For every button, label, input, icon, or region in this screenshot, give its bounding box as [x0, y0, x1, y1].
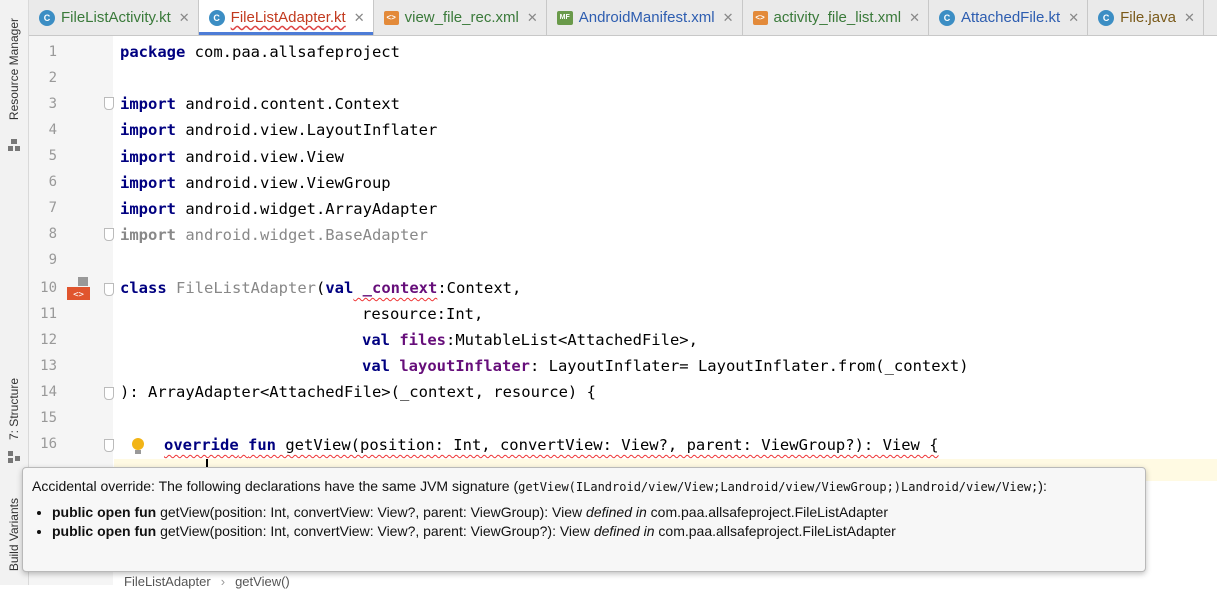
xml-layout-icon: <>	[383, 10, 399, 25]
tab-androidmanifest[interactable]: MF AndroidManifest.xml ✕	[547, 0, 743, 35]
list-item: public open fun getView(position: Int, c…	[52, 523, 1136, 539]
breadcrumb-method[interactable]: getView()	[235, 574, 290, 589]
line-number: 14	[40, 384, 57, 400]
code-line-5[interactable]: import android.view.View	[120, 148, 344, 166]
conflicting-declarations-list: public open fun getView(position: Int, c…	[32, 504, 1136, 539]
close-icon[interactable]: ✕	[909, 10, 920, 26]
tab-label: FileListActivity.kt	[61, 9, 171, 26]
related-layout-icon[interactable]: <>	[66, 276, 92, 302]
jvm-signature: getView(ILandroid/view/View;Landroid/vie…	[518, 480, 1039, 494]
close-icon[interactable]: ✕	[723, 10, 734, 26]
line-number: 16	[40, 436, 57, 452]
close-icon[interactable]: ✕	[354, 10, 365, 26]
structure-label: 7: Structure	[7, 378, 21, 441]
tab-attachedfile[interactable]: C AttachedFile.kt ✕	[929, 0, 1089, 35]
kotlin-file-icon: C	[39, 9, 55, 26]
structure-tab[interactable]: 7: Structure	[0, 376, 28, 468]
close-icon[interactable]: ✕	[179, 10, 190, 26]
line-number: 5	[48, 148, 57, 164]
resource-manager-label: Resource Manager	[7, 18, 21, 121]
line-number: 3	[48, 96, 57, 112]
line-number: 8	[48, 226, 57, 242]
java-file-icon: C	[1098, 9, 1115, 26]
editor-tab-bar: C FileListActivity.kt ✕ C FileListAdapte…	[29, 0, 1217, 36]
resource-manager-icon	[8, 139, 20, 151]
line-number: 13	[40, 358, 57, 374]
line-number: 6	[48, 174, 57, 190]
tab-label: File.java	[1120, 9, 1176, 26]
tab-label: activity_file_list.xml	[773, 9, 902, 26]
code-line-14[interactable]: ): ArrayAdapter<AttachedFile>(_context, …	[120, 383, 596, 401]
code-line-6[interactable]: import android.view.ViewGroup	[120, 174, 391, 192]
breadcrumb-separator: ›	[220, 574, 226, 589]
code-line-11[interactable]: resource:Int,	[362, 305, 483, 323]
code-line-10[interactable]: class FileListAdapter(val _context:Conte…	[120, 279, 521, 297]
line-number: 4	[48, 122, 57, 138]
tab-label: AndroidManifest.xml	[578, 9, 715, 26]
list-item: public open fun getView(position: Int, c…	[52, 504, 1136, 520]
build-variants-label: Build Variants	[7, 498, 21, 572]
fold-marker[interactable]	[104, 439, 114, 452]
code-line-3[interactable]: import android.content.Context	[120, 95, 400, 113]
tab-label: AttachedFile.kt	[960, 9, 1061, 26]
tab-file-java[interactable]: C File.java ✕	[1088, 0, 1204, 35]
tooltip-message: Accidental override: The following decla…	[32, 478, 1047, 494]
tab-view-file-rec[interactable]: <> view_file_rec.xml ✕	[374, 0, 547, 35]
line-number: 2	[48, 70, 57, 86]
error-tooltip: Accidental override: The following decla…	[22, 467, 1146, 572]
structure-icon	[8, 451, 20, 463]
code-line-12[interactable]: val files:MutableList<AttachedFile>,	[362, 331, 698, 349]
fold-marker[interactable]	[104, 283, 114, 296]
close-icon[interactable]: ✕	[1184, 10, 1195, 26]
manifest-file-icon: MF	[556, 10, 573, 25]
line-number: 12	[40, 332, 57, 348]
tab-activity-file-list[interactable]: <> activity_file_list.xml ✕	[743, 0, 929, 35]
xml-layout-icon: <>	[752, 10, 768, 25]
line-number: 9	[48, 252, 57, 268]
code-line-13[interactable]: val layoutInflater: LayoutInflater= Layo…	[362, 357, 969, 375]
code-line-1[interactable]: package com.paa.allsafeproject	[120, 43, 400, 61]
breadcrumb: FileListAdapter › getView()	[124, 574, 290, 589]
lightbulb-icon[interactable]	[130, 437, 146, 457]
close-icon[interactable]: ✕	[1068, 10, 1079, 26]
line-number: 11	[40, 306, 57, 322]
fold-marker[interactable]	[104, 97, 114, 110]
code-line-7[interactable]: import android.widget.ArrayAdapter	[120, 200, 437, 218]
tab-label: view_file_rec.xml	[404, 9, 519, 26]
line-number: 15	[40, 410, 57, 426]
svg-text:<>: <>	[73, 290, 84, 300]
line-number: 7	[48, 200, 57, 216]
resource-manager-tab[interactable]: Resource Manager	[0, 8, 28, 156]
line-number: 1	[48, 44, 57, 60]
kotlin-file-icon: C	[208, 9, 225, 26]
breadcrumb-class[interactable]: FileListAdapter	[124, 574, 211, 589]
close-icon[interactable]: ✕	[527, 10, 538, 26]
code-line-16[interactable]: override fun getView(position: Int, conv…	[164, 436, 939, 454]
fold-marker[interactable]	[104, 228, 114, 241]
tab-label: FileListAdapter.kt	[230, 9, 346, 26]
kotlin-file-icon: C	[938, 9, 955, 26]
tab-filelistactivity[interactable]: C FileListActivity.kt ✕	[29, 0, 199, 35]
fold-marker[interactable]	[104, 387, 114, 400]
line-number: 10	[40, 280, 57, 296]
code-line-4[interactable]: import android.view.LayoutInflater	[120, 121, 437, 139]
code-line-8-unused-import[interactable]: import android.widget.BaseAdapter	[120, 226, 428, 244]
tab-filelistadapter[interactable]: C FileListAdapter.kt ✕	[198, 0, 374, 35]
